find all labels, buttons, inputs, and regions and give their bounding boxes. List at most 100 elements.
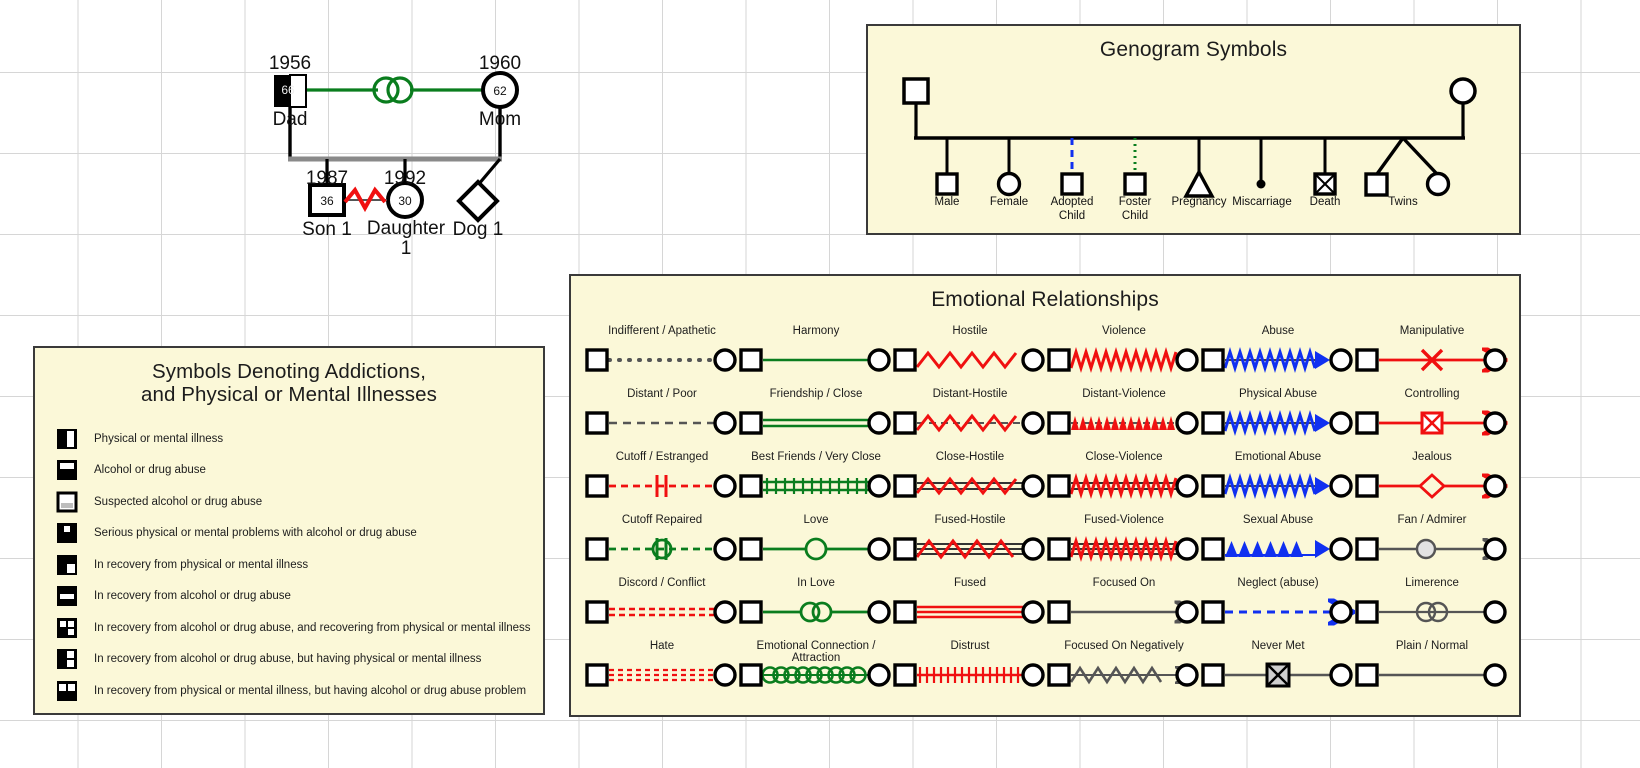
emotional-relationship-label: Focused On Negatively <box>1064 640 1184 652</box>
symbol-label-miscarriage: Miscarriage <box>1232 196 1292 208</box>
list-item-label: Physical or mental illness <box>94 432 224 445</box>
emotional-relationship-symbol <box>585 532 739 566</box>
emotional-relationship-symbol <box>893 406 1047 440</box>
emotional-relationships-grid: Indifferent / Apathetic Harmony Hostile Vio… <box>585 325 1509 703</box>
list-item-label: In recovery from alcohol or drug abuse, … <box>94 621 531 634</box>
emotional-relationship-item: Limerence <box>1355 577 1509 640</box>
emotional-relationship-item: Distant / Poor <box>585 388 739 451</box>
emotional-relationship-symbol <box>893 532 1047 566</box>
emotional-relationship-symbol <box>739 658 893 692</box>
symbols-parent-circle <box>1449 77 1477 105</box>
symbol-label-adopted-child-line1: Adopted <box>1050 196 1094 208</box>
symbol-label-foster-child-line2: Child <box>1121 210 1149 222</box>
recovery-alcohol-swatch-icon <box>56 585 78 607</box>
emotional-relationship-label: Jealous <box>1412 451 1452 463</box>
emotional-relationship-symbol <box>1047 658 1201 692</box>
recovery-both-swatch-icon <box>56 617 78 639</box>
emotional-relationship-symbol <box>1355 532 1509 566</box>
symbol-female-circle <box>996 171 1022 197</box>
addictions-title-line1: Symbols Denoting Addictions, <box>151 360 426 383</box>
emotional-relationship-label: Distant-Violence <box>1082 388 1166 400</box>
emotional-relationship-item: Discord / Conflict <box>585 577 739 640</box>
emotional-relationship-item: Emotional Connection / Attraction <box>739 640 893 703</box>
suspected-abuse-swatch-icon <box>56 491 78 513</box>
list-item-label: Alcohol or drug abuse <box>94 464 206 477</box>
symbol-label-adopted-child-line2: Child <box>1058 210 1086 222</box>
emotional-relationship-label: Abuse <box>1261 325 1295 337</box>
emotional-relationship-item: In Love <box>739 577 893 640</box>
emotional-relationship-symbol <box>1201 343 1355 377</box>
emotional-relationship-item: Neglect (abuse) <box>1201 577 1355 640</box>
emotional-relationship-item: Cutoff Repaired <box>585 514 739 577</box>
emotional-relationship-label: Indifferent / Apathetic <box>608 325 716 337</box>
emotional-relationship-label: Distant-Hostile <box>932 388 1008 400</box>
emotional-relationship-item: Emotional Abuse <box>1201 451 1355 514</box>
list-item: In recovery from alcohol or drug abuse, … <box>56 643 543 675</box>
emotional-relationship-label: Discord / Conflict <box>618 577 706 589</box>
emotional-relationship-symbol <box>1355 469 1509 503</box>
emotional-relationship-label: Never Met <box>1251 640 1305 652</box>
emotional-relationship-symbol <box>585 469 739 503</box>
symbol-label-twins: Twins <box>1388 196 1418 208</box>
emotional-relationship-label: Neglect (abuse) <box>1237 577 1319 589</box>
symbol-adopted-square <box>1060 172 1084 196</box>
emotional-relationship-label: Fused-Hostile <box>934 514 1006 526</box>
emotional-relationship-label: Plain / Normal <box>1395 640 1469 652</box>
list-item-label: Suspected alcohol or drug abuse <box>94 495 263 508</box>
symbol-foster-square <box>1123 172 1147 196</box>
recovery-alcohol-having-illness-swatch-icon <box>56 648 78 670</box>
emotional-relationship-item: Close-Violence <box>1047 451 1201 514</box>
serious-problems-swatch-icon <box>56 522 78 544</box>
emotional-relationship-label: Cutoff / Estranged <box>615 451 709 463</box>
emotional-relationship-symbol <box>893 469 1047 503</box>
list-item: Alcohol or drug abuse <box>56 454 543 486</box>
emotional-relationship-item: Distant-Violence <box>1047 388 1201 451</box>
list-item: In recovery from alcohol or drug abuse, … <box>56 612 543 644</box>
emotional-relationship-symbol <box>1047 532 1201 566</box>
emotional-relationship-label: Distant / Poor <box>627 388 697 400</box>
emotional-relationship-symbol <box>1355 406 1509 440</box>
emotional-relationship-item: Best Friends / Very Close <box>739 451 893 514</box>
emotional-relationship-item: Close-Hostile <box>893 451 1047 514</box>
emotional-relationship-symbol <box>1201 532 1355 566</box>
emotional-relationships-title: Emotional Relationships <box>931 288 1159 311</box>
emotional-relationship-label: Love <box>803 514 829 526</box>
emotional-relationship-item: Abuse <box>1201 325 1355 388</box>
emotional-relationship-item: Harmony <box>739 325 893 388</box>
emotional-relationship-item: Controlling <box>1355 388 1509 451</box>
emotional-relationship-label: Cutoff Repaired <box>621 514 703 526</box>
list-item-label: In recovery from physical or mental illn… <box>94 684 527 697</box>
emotional-relationship-label: Fused <box>954 577 986 589</box>
emotional-relationship-label: Manipulative <box>1399 325 1465 337</box>
emotional-relationship-symbol <box>1047 406 1201 440</box>
emotional-relationship-label: Distrust <box>950 640 990 652</box>
list-item-label: Serious physical or mental problems with… <box>94 527 417 540</box>
addictions-title-line2: and Physical or Mental Illnesses <box>140 382 438 406</box>
addictions-list: Physical or mental illness Alcohol or dr… <box>35 423 543 707</box>
list-item: In recovery from alcohol or drug abuse <box>56 580 543 612</box>
emotional-relationship-label: Violence <box>1102 325 1146 337</box>
list-item-label: In recovery from alcohol or drug abuse, … <box>94 653 482 666</box>
emotional-relationship-item: Never Met <box>1201 640 1355 703</box>
list-item: Serious physical or mental problems with… <box>56 517 543 549</box>
emotional-relationship-item: Fused-Hostile <box>893 514 1047 577</box>
emotional-relationship-item: Distrust <box>893 640 1047 703</box>
addictions-title: Symbols Denoting Addictions, and Physica… <box>35 360 543 407</box>
emotional-relationship-item: Hostile <box>893 325 1047 388</box>
emotional-relationship-item: Fused <box>893 577 1047 640</box>
symbol-miscarriage-dot <box>1256 179 1266 189</box>
emotional-relationship-symbol <box>1201 469 1355 503</box>
emotional-relationship-label: In Love <box>797 577 835 589</box>
list-item-label: In recovery from physical or mental illn… <box>94 558 309 571</box>
symbol-twin-square <box>1364 172 1389 197</box>
emotional-relationship-item: Indifferent / Apathetic <box>585 325 739 388</box>
emotional-relationship-symbol <box>739 343 893 377</box>
emotional-relationship-item: Sexual Abuse <box>1201 514 1355 577</box>
emotional-relationship-symbol <box>893 343 1047 377</box>
symbol-label-female: Female <box>989 196 1029 208</box>
symbol-male-square <box>935 172 959 196</box>
emotional-relationship-symbol <box>893 595 1047 629</box>
emotional-relationship-item: Fan / Admirer <box>1355 514 1509 577</box>
emotional-relationship-label: Close-Hostile <box>935 451 1005 463</box>
emotional-relationship-symbol <box>1201 595 1355 629</box>
